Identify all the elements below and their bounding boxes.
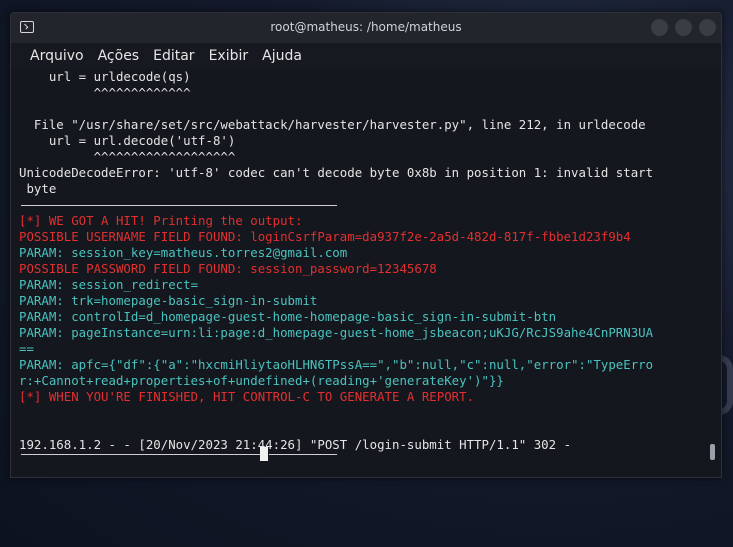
close-button[interactable] xyxy=(699,19,716,36)
title-bar[interactable]: root@matheus: /home/matheus xyxy=(11,13,721,43)
terminal-window[interactable]: root@matheus: /home/matheus Arquivo Açõe… xyxy=(10,12,722,478)
terminal-line: PARAM: trk=homepage-basic_sign-in-submit xyxy=(19,293,318,308)
terminal-line: url = url.decode('utf-8') xyxy=(19,133,236,148)
maximize-button[interactable] xyxy=(675,19,692,36)
text-cursor xyxy=(260,447,268,461)
minimize-button[interactable] xyxy=(651,19,668,36)
window-title: root@matheus: /home/matheus xyxy=(270,20,462,34)
menu-editar[interactable]: Editar xyxy=(148,48,199,64)
terminal-line: byte xyxy=(19,181,57,196)
terminal-line: [*] WHEN YOU'RE FINISHED, HIT CONTROL-C … xyxy=(19,389,475,404)
terminal-line: File "/usr/share/set/src/webattack/harve… xyxy=(19,117,646,132)
terminal-line: ^^^^^^^^^^^^^^^^^^^ xyxy=(19,149,236,164)
terminal-line: POSSIBLE USERNAME FIELD FOUND: loginCsrf… xyxy=(19,229,631,244)
terminal-line: [*] WE GOT A HIT! Printing the output: xyxy=(19,213,303,228)
menu-acoes[interactable]: Ações xyxy=(93,48,145,64)
terminal-output[interactable]: url = urldecode(qs) ^^^^^^^^^^^^^ File "… xyxy=(11,69,721,477)
menu-ajuda[interactable]: Ajuda xyxy=(257,48,307,64)
terminal-line: == xyxy=(19,341,34,356)
prompt-underline xyxy=(21,454,261,455)
terminal-line: PARAM: session_redirect= xyxy=(19,277,199,292)
terminal-line: url = urldecode(qs) xyxy=(19,69,191,84)
terminal-line: PARAM: session_key=matheus.torres2@gmail… xyxy=(19,245,348,260)
terminal-line: POSSIBLE PASSWORD FIELD FOUND: session_p… xyxy=(19,261,437,276)
menu-bar: Arquivo Ações Editar Exibir Ajuda xyxy=(11,43,721,69)
menu-exibir[interactable]: Exibir xyxy=(204,48,254,64)
terminal-line: r:+Cannot+read+properties+of+undefined+(… xyxy=(19,373,504,388)
terminal-line: UnicodeDecodeError: 'utf-8' codec can't … xyxy=(19,165,654,180)
menu-arquivo[interactable]: Arquivo xyxy=(25,48,89,64)
terminal-line xyxy=(19,197,721,213)
scrollbar[interactable] xyxy=(710,444,715,460)
terminal-line: PARAM: apfc={"df":{"a":"hxcmiHliytaoHLHN… xyxy=(19,357,654,372)
terminal-line: 192.168.1.2 - - [20/Nov/2023 21:44:26] "… xyxy=(19,437,572,452)
prompt-underline-right xyxy=(269,454,337,455)
terminal-line: ^^^^^^^^^^^^^ xyxy=(19,85,191,100)
terminal-line: PARAM: controlId=d_homepage-guest-home-h… xyxy=(19,309,557,324)
terminal-line: PARAM: pageInstance=urn:li:page:d_homepa… xyxy=(19,325,654,340)
